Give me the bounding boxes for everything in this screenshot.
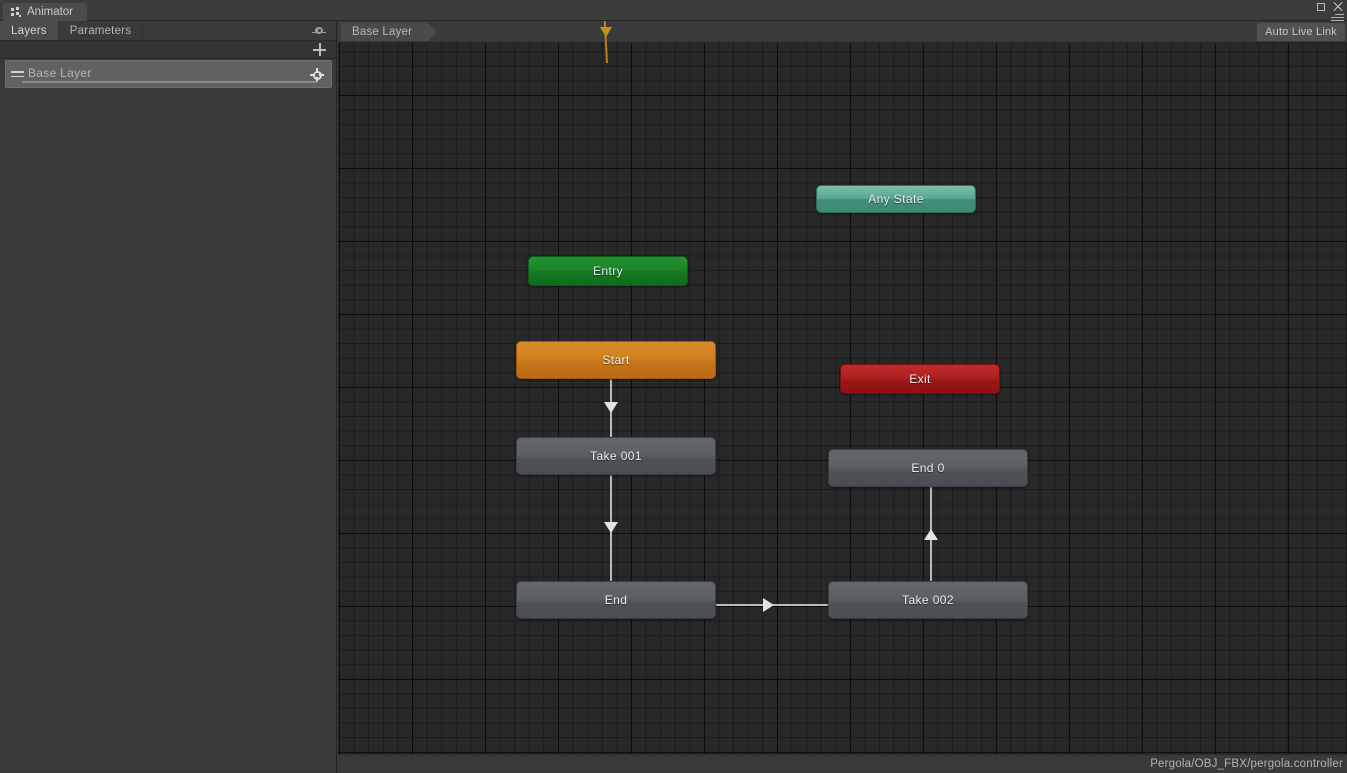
tab-layers-label: Layers bbox=[11, 24, 47, 37]
tab-animator[interactable]: Animator bbox=[3, 3, 88, 21]
gear-icon[interactable] bbox=[310, 68, 324, 82]
breadcrumb-bar: Base Layer Auto Live Link bbox=[338, 21, 1347, 43]
state-node-label: Take 002 bbox=[902, 593, 954, 607]
breadcrumb-base-layer[interactable]: Base Layer bbox=[341, 23, 438, 41]
state-node-entry[interactable]: Entry bbox=[528, 256, 688, 286]
transition-arrow-entry-to-start[interactable] bbox=[600, 27, 612, 37]
layers-toolbar bbox=[0, 41, 336, 59]
transition-arrow-take002-to-end0[interactable] bbox=[924, 529, 938, 540]
auto-live-link-label: Auto Live Link bbox=[1265, 26, 1337, 38]
panel-tab-bar: Layers Parameters bbox=[0, 21, 336, 41]
transition-arrow-end-to-take002[interactable] bbox=[763, 598, 774, 612]
state-node-label: Start bbox=[602, 353, 630, 367]
state-node-label: Entry bbox=[592, 264, 623, 278]
state-node-start[interactable]: Start bbox=[516, 341, 716, 379]
state-node-label: End bbox=[604, 593, 628, 607]
animator-window: Animator Layers Parameters Base Layer An… bbox=[0, 0, 1347, 773]
maximize-icon[interactable] bbox=[1317, 2, 1325, 11]
state-node-take-001[interactable]: Take 001 bbox=[516, 437, 716, 475]
transition-arrow-take001-to-end[interactable] bbox=[604, 522, 618, 533]
tab-layers[interactable]: Layers bbox=[0, 21, 59, 40]
window-title-bar: Animator bbox=[0, 0, 1347, 21]
controller-path-label: Pergola/OBJ_FBX/pergola.controller bbox=[1150, 758, 1343, 770]
state-node-exit[interactable]: Exit bbox=[840, 364, 1000, 394]
transition-arrow-start-to-take001[interactable] bbox=[604, 402, 618, 413]
layer-item-label: Base Layer bbox=[28, 66, 92, 80]
tab-parameters[interactable]: Parameters bbox=[59, 21, 144, 40]
state-node-label: Exit bbox=[909, 372, 931, 386]
eye-icon[interactable] bbox=[312, 25, 326, 36]
state-node-any-state[interactable]: Any State bbox=[816, 185, 976, 213]
animator-icon bbox=[11, 6, 22, 18]
layer-item-base-layer[interactable]: Base Layer bbox=[5, 60, 332, 88]
breadcrumb-label: Base Layer bbox=[352, 26, 413, 38]
plus-icon[interactable] bbox=[313, 43, 326, 56]
state-node-label: Any State bbox=[868, 192, 924, 206]
window-controls bbox=[1317, 1, 1343, 12]
tab-parameters-label: Parameters bbox=[69, 24, 132, 37]
tab-animator-label: Animator bbox=[27, 6, 74, 18]
layers-panel: Layers Parameters Base Layer bbox=[0, 21, 337, 773]
auto-live-link-button[interactable]: Auto Live Link bbox=[1257, 23, 1345, 41]
layer-weight-slider[interactable] bbox=[22, 81, 318, 83]
drag-handle-icon[interactable] bbox=[11, 71, 24, 78]
status-bar: Pergola/OBJ_FBX/pergola.controller bbox=[338, 754, 1347, 773]
state-node-take-002[interactable]: Take 002 bbox=[828, 581, 1028, 619]
state-node-end[interactable]: End bbox=[516, 581, 716, 619]
state-node-label: Take 001 bbox=[590, 449, 642, 463]
state-node-end-0[interactable]: End 0 bbox=[828, 449, 1028, 487]
close-icon[interactable] bbox=[1332, 1, 1343, 12]
state-node-label: End 0 bbox=[911, 461, 945, 475]
state-machine-canvas[interactable]: Any State Entry Start Exit Take 001 End … bbox=[338, 21, 1347, 773]
